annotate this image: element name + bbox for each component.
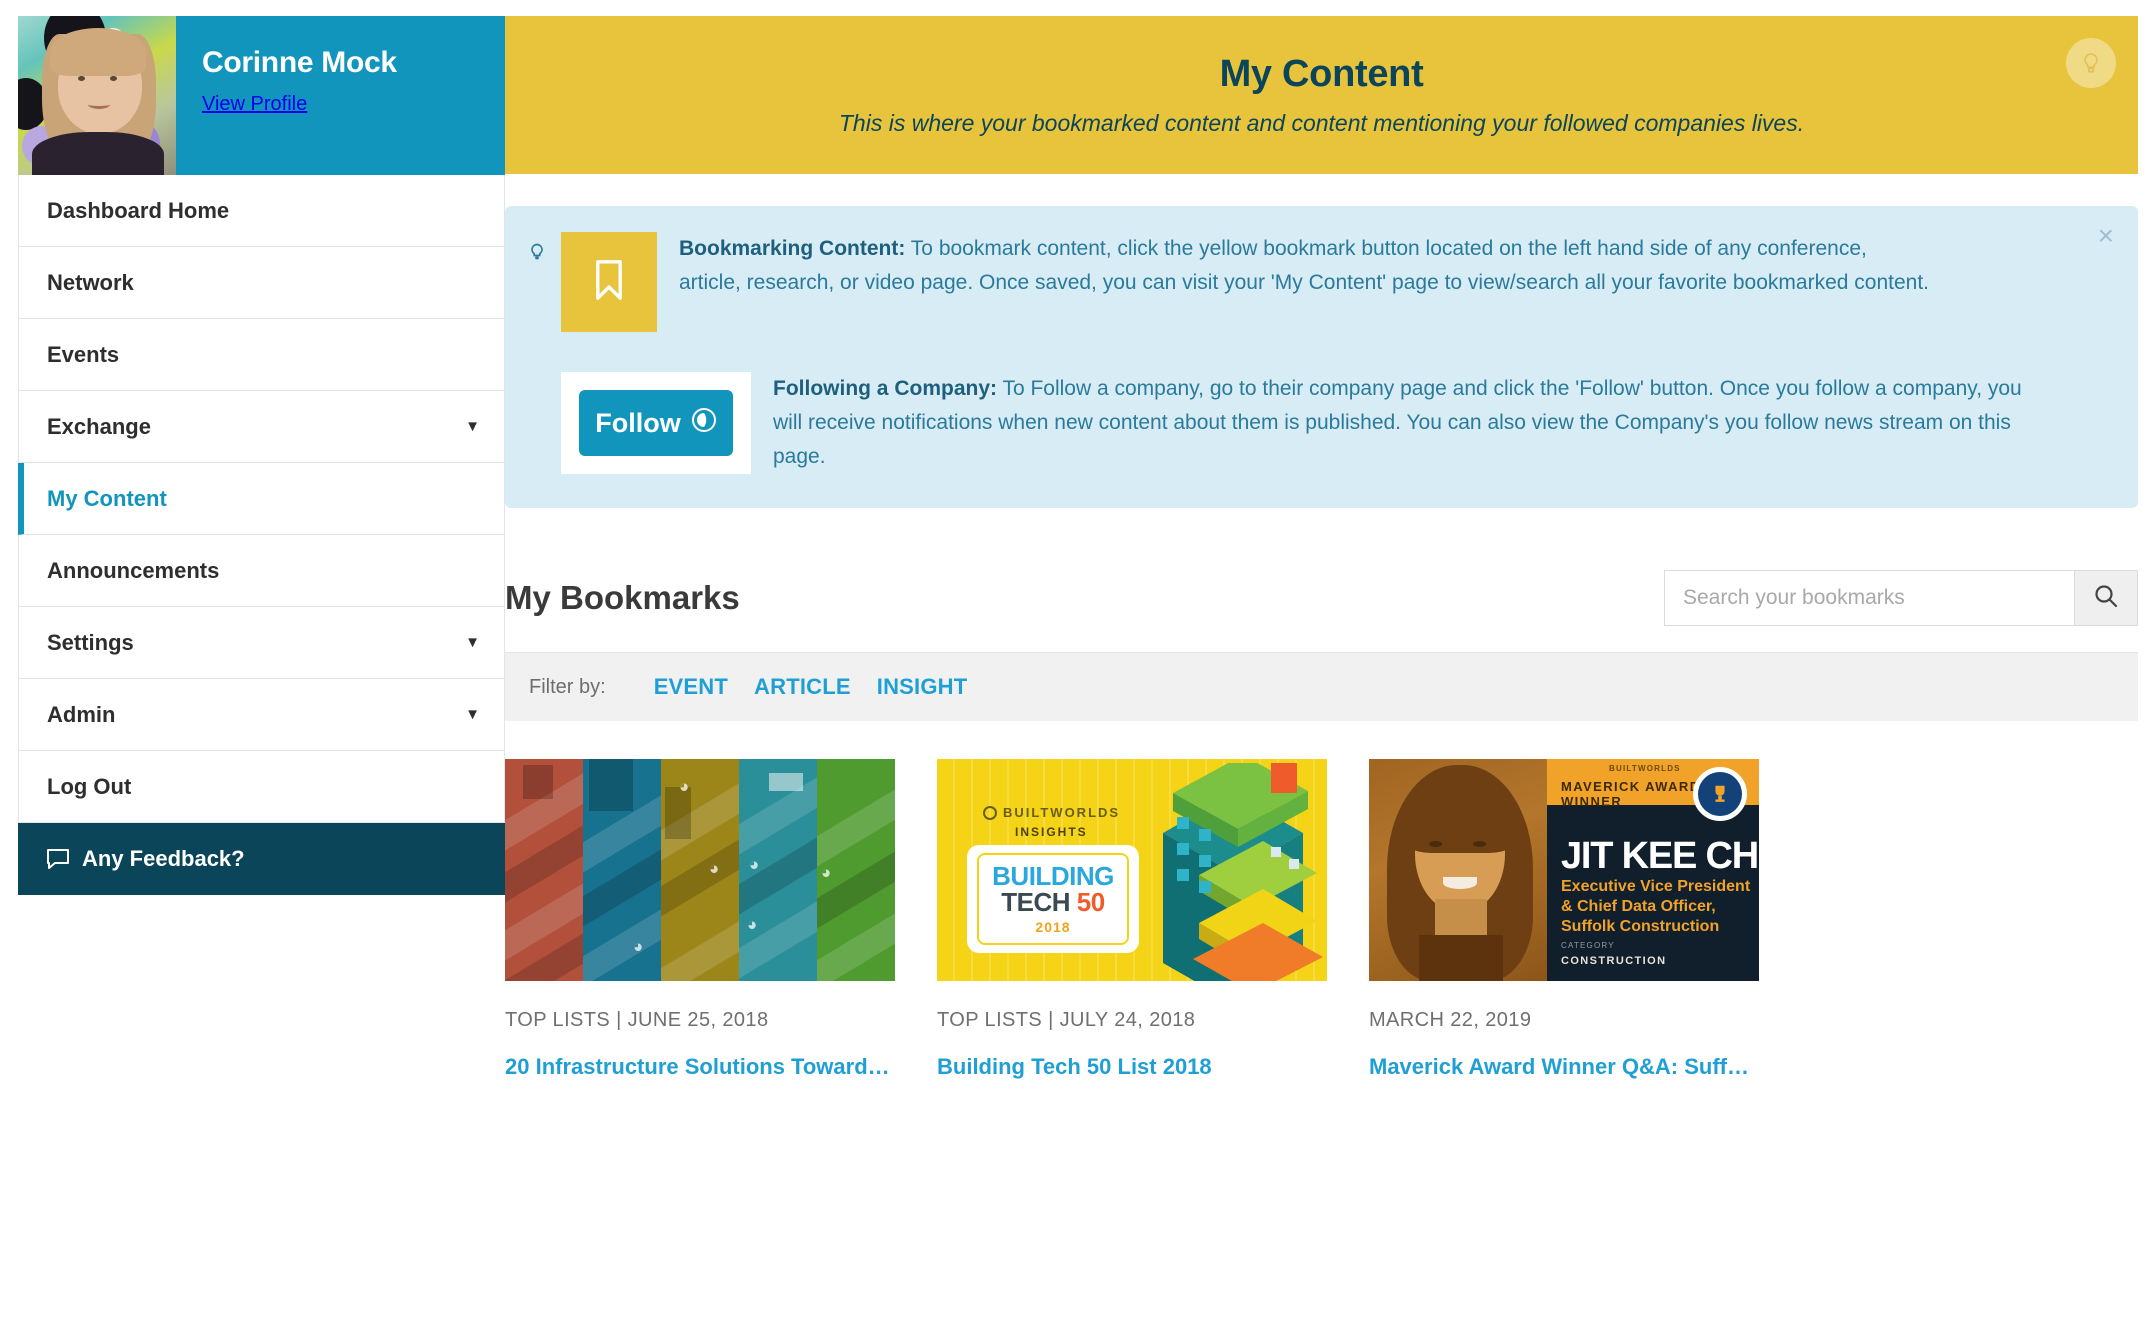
card-meta: TOP LISTS | JULY 24, 2018 [937,1009,1196,1032]
filter-link-article[interactable]: ARTICLE [754,674,851,700]
sidebar-item-label: Admin [47,701,116,727]
bookmark-card[interactable]: BUILTWORLDS INSIGHTS BUILDING TECH 50 20… [937,759,1327,1080]
page-title: My Content [1219,53,1424,95]
search-button[interactable] [2074,570,2138,627]
bookmark-icon [592,259,626,306]
sidebar-item-events[interactable]: Events [18,319,505,391]
follow-button-label: Follow [595,407,681,438]
chevron-down-icon: ▼ [465,706,480,723]
sidebar-item-label: Exchange [47,413,151,439]
bookmarks-header: My Bookmarks [505,570,2138,654]
sidebar-item-label: Events [47,341,120,367]
card-title[interactable]: Maverick Award Winner Q&A: Suffolk’s Jit… [1369,1054,1759,1080]
bookmark-card[interactable]: BUILTWORLDS MAVERICK AWARD WINNER JIT KE… [1369,759,1759,1080]
profile-card[interactable]: Corinne Mock View Profile [18,16,505,175]
following-info-row: Follow Following a Company: To Follow a … [527,372,2108,474]
bookmarking-text: Bookmarking Content: To bookmark content… [679,232,1929,300]
sidebar-nav: Dashboard Home Network Events Exchange ▼… [18,175,505,823]
sidebar-item-label: My Content [47,485,167,511]
page-subtitle: This is where your bookmarked content an… [838,110,1805,136]
sidebar-item-admin[interactable]: Admin ▼ [18,679,505,751]
sidebar-item-network[interactable]: Network [18,247,505,319]
card-title[interactable]: 20 Infrastructure Solutions Toward a Sma… [505,1054,895,1080]
follow-button[interactable]: Follow [579,390,733,456]
my-content-page: Corinne Mock View Profile Dashboard Home… [0,0,2156,1338]
view-profile-link[interactable]: View Profile [202,93,397,116]
sidebar-item-label: Log Out [47,773,132,799]
card-title[interactable]: Building Tech 50 List 2018 [937,1054,1327,1080]
any-feedback-label: Any Feedback? [82,846,245,871]
isometric-city-stripes-thumbnail[interactable]: ◕ ◕ ◕ ◕ ◕ ◕ [505,759,895,982]
sidebar-item-my-content[interactable]: My Content [18,463,505,535]
following-heading: Following a Company: [773,377,997,400]
search-icon [2093,583,2119,614]
profile-name: Corinne Mock [202,46,397,79]
sidebar-item-announcements[interactable]: Announcements [18,535,505,607]
sidebar: Corinne Mock View Profile Dashboard Home… [0,0,505,1338]
builtworlds-logo-text: BUILTWORLDS [983,805,1120,820]
follow-button-frame: Follow [561,372,751,474]
sidebar-item-exchange[interactable]: Exchange ▼ [18,391,505,463]
bookmarks-search-group [1664,570,2138,627]
lightbulb-icon [527,232,561,269]
search-input[interactable] [1664,570,2074,627]
sidebar-item-label: Dashboard Home [47,197,230,223]
filter-label: Filter by: [529,675,606,698]
sidebar-item-label: Settings [47,629,134,655]
building-tech-50-thumbnail[interactable]: BUILTWORLDS INSIGHTS BUILDING TECH 50 20… [937,759,1327,982]
sidebar-item-label: Network [47,269,134,295]
card-meta: TOP LISTS | JUNE 25, 2018 [505,1009,769,1032]
following-text: Following a Company: To Follow a company… [773,372,2023,474]
filter-link-insight[interactable]: INSIGHT [877,674,968,700]
page-banner: My Content This is where your bookmarked… [505,16,2138,174]
sidebar-item-log-out[interactable]: Log Out [18,751,505,823]
bookmarks-title: My Bookmarks [505,579,740,617]
sidebar-item-settings[interactable]: Settings ▼ [18,607,505,679]
chevron-down-icon: ▼ [465,418,480,435]
bookmark-icon-tile [561,232,657,332]
maverick-award-winner-thumbnail[interactable]: BUILTWORLDS MAVERICK AWARD WINNER JIT KE… [1369,759,1759,982]
bookmark-card[interactable]: ◕ ◕ ◕ ◕ ◕ ◕ TOP LISTS | JUNE 25, 2018 20… [505,759,895,1080]
filter-link-event[interactable]: EVENT [654,674,728,700]
speech-bubble-icon [46,848,70,870]
lightbulb-icon[interactable] [2066,38,2116,88]
any-feedback-button[interactable]: Any Feedback? [18,823,505,895]
close-icon[interactable]: × [2098,222,2114,250]
main-content: My Content This is where your bookmarked… [505,0,2156,1338]
chevron-down-icon: ▼ [465,634,480,651]
bookmarking-info-row: Bookmarking Content: To bookmark content… [527,232,2108,332]
bookmarking-heading: Bookmarking Content: [679,237,906,260]
info-box: × Bookmarking Content: To bookmark conte… [505,206,2138,509]
sidebar-item-label: Announcements [47,557,220,583]
card-meta: MARCH 22, 2019 [1369,1009,1532,1032]
award-winner-portrait [1369,759,1547,982]
isometric-building-illustration [1163,763,1323,982]
bookmark-cards: ◕ ◕ ◕ ◕ ◕ ◕ TOP LISTS | JUNE 25, 2018 20… [505,759,2138,1080]
filter-bar: Filter by: EVENT ARTICLE INSIGHT [505,653,2138,722]
sidebar-item-dashboard-home[interactable]: Dashboard Home [18,175,505,247]
avatar [18,16,176,175]
eye-icon [691,407,717,440]
trophy-icon [1693,767,1747,822]
